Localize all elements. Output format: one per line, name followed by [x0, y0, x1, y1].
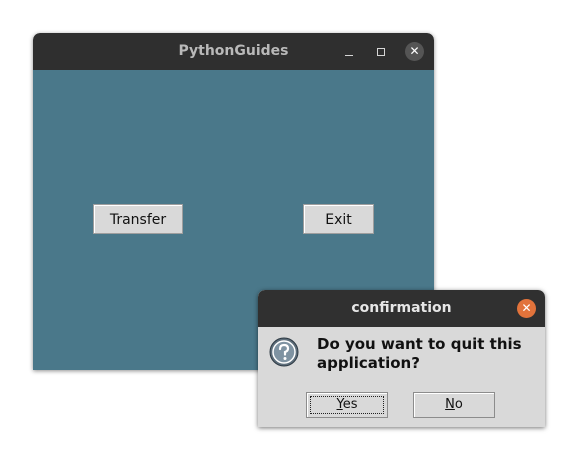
- close-icon[interactable]: ✕: [405, 42, 424, 61]
- desktop: PythonGuides ✕ Transfer Exit confirmatio…: [0, 0, 583, 471]
- no-mnemonic: N: [445, 397, 455, 412]
- dialog-close-icon[interactable]: ✕: [517, 299, 536, 318]
- yes-label-rest: es: [342, 397, 358, 412]
- exit-button[interactable]: Exit: [303, 204, 374, 234]
- no-label-rest: o: [454, 397, 463, 412]
- dialog-message: Do you want to quit this application?: [317, 335, 522, 372]
- maximize-icon[interactable]: [371, 42, 391, 62]
- window-titlebar[interactable]: PythonGuides ✕: [33, 33, 434, 70]
- yes-button[interactable]: Yes: [306, 392, 388, 418]
- question-icon: [269, 337, 299, 367]
- no-button[interactable]: No: [413, 392, 495, 418]
- confirmation-dialog: confirmation ✕ Do you want to quit this …: [258, 290, 545, 427]
- dialog-titlebar[interactable]: confirmation ✕: [258, 290, 545, 327]
- transfer-button[interactable]: Transfer: [93, 204, 183, 234]
- minimize-icon[interactable]: [339, 42, 359, 62]
- dialog-title: confirmation: [351, 300, 452, 316]
